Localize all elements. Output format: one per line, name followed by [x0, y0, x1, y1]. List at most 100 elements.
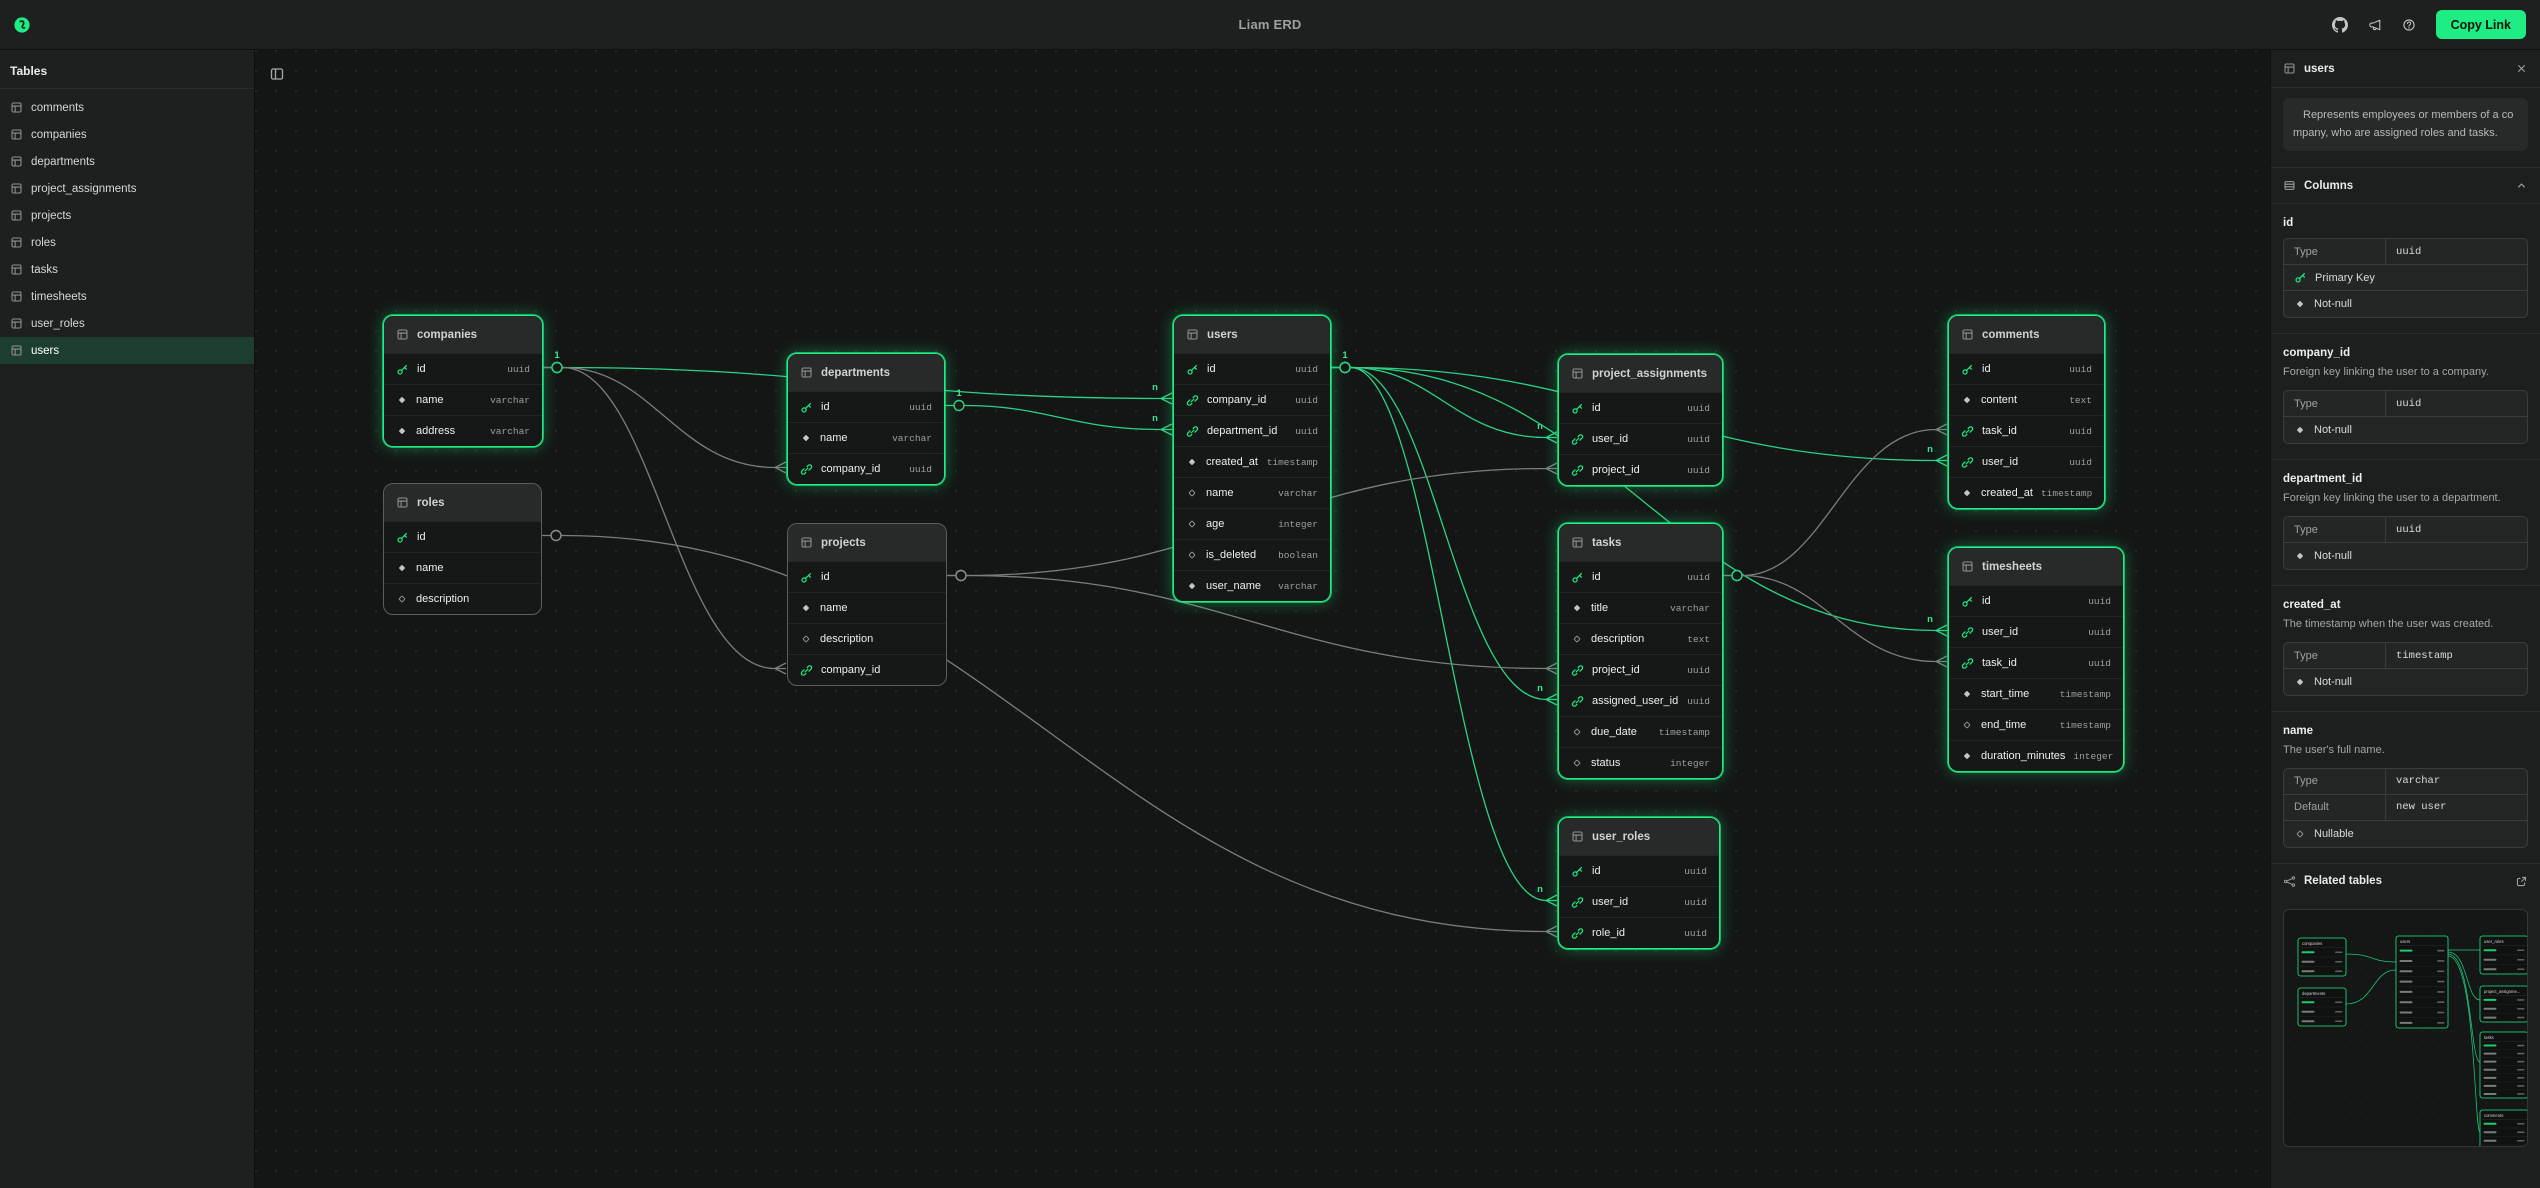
- open-related-tables-button[interactable]: [2515, 875, 2528, 888]
- erd-table-node-comments[interactable]: commentsiduuidcontenttexttask_iduuiduser…: [1948, 315, 2105, 509]
- erd-table-node-user_roles[interactable]: user_rolesiduuiduser_iduuidrole_iduuid: [1558, 817, 1720, 949]
- nullable-icon: [2294, 828, 2306, 840]
- sidebar-item-label: timesheets: [31, 291, 87, 303]
- erd-canvas[interactable]: 1n1n1nnnnn companiesiduuidnamevarcharadd…: [255, 50, 2270, 1188]
- close-panel-button[interactable]: [2515, 62, 2528, 75]
- column-type: timestamp: [2041, 488, 2092, 499]
- collapse-columns-button[interactable]: [2515, 179, 2528, 192]
- table-icon: [10, 155, 23, 168]
- minimap-table-title: project_assignme...: [2484, 989, 2520, 994]
- app-title: Liam ERD: [1238, 17, 1301, 32]
- attr-label: Type: [2284, 391, 2386, 416]
- foreign-key-icon: [1186, 425, 1199, 438]
- table-icon: [800, 536, 813, 549]
- related-tables-minimap[interactable]: companiesdepartmentsusersuser_rolesproje…: [2283, 909, 2528, 1147]
- column-type: uuid: [2069, 457, 2092, 468]
- sidebar-item-roles[interactable]: roles: [0, 229, 254, 256]
- column-type: varchar: [1670, 603, 1710, 614]
- column-name: project_id: [1592, 664, 1640, 676]
- erd-table-node-users[interactable]: usersiduuidcompany_iduuiddepartment_iduu…: [1173, 315, 1331, 602]
- column-name: created_at: [1981, 487, 2033, 499]
- column-type: integer: [1670, 758, 1710, 769]
- cardinality-one-label: 1: [956, 388, 962, 399]
- erd-table-node-tasks[interactable]: tasksiduuidtitlevarchardescriptiontextpr…: [1558, 523, 1723, 779]
- sidebar-item-comments[interactable]: comments: [0, 94, 254, 121]
- table-icon: [1961, 328, 1974, 341]
- table-title: comments: [1982, 329, 2040, 341]
- table-header: tasks: [1559, 524, 1722, 561]
- column-type: integer: [1278, 519, 1318, 530]
- badge-label: Not-null: [2314, 676, 2352, 688]
- liam-logo[interactable]: [14, 17, 30, 33]
- erd-table-node-companies[interactable]: companiesiduuidnamevarcharaddressvarchar: [383, 315, 543, 447]
- columns-section-header[interactable]: Columns: [2271, 168, 2540, 204]
- column-name: address: [416, 425, 455, 437]
- column-name: id: [1982, 363, 1991, 375]
- sidebar-item-project_assignments[interactable]: project_assignments: [0, 175, 254, 202]
- column-row-id: id: [788, 561, 946, 592]
- topbar-actions: Copy Link: [2332, 10, 2526, 39]
- erd-table-node-projects[interactable]: projectsidnamedescriptioncompany_id: [787, 523, 947, 686]
- column-type: uuid: [1684, 897, 1707, 908]
- sidebar-item-label: tasks: [31, 264, 58, 276]
- sidebar-item-users[interactable]: users: [0, 337, 254, 364]
- table-icon: [10, 290, 23, 303]
- primary-key-icon: [396, 363, 409, 376]
- table-icon: [10, 263, 23, 276]
- table-icon: [396, 496, 409, 509]
- minimap-table-title: tasks: [2484, 1035, 2494, 1040]
- sidebar-toggle-button[interactable]: [269, 66, 285, 85]
- column-description: The timestamp when the user was created.: [2283, 617, 2528, 633]
- erd-table-node-timesheets[interactable]: timesheetsiduuiduser_iduuidtask_iduuidst…: [1948, 547, 2124, 772]
- table-icon: [10, 101, 23, 114]
- column-name: assigned_user_id: [1592, 695, 1678, 707]
- table-icon: [1961, 560, 1974, 573]
- column-type: uuid: [1295, 395, 1318, 406]
- column-row-id: id: [384, 521, 541, 552]
- column-description: The user's full name.: [2283, 743, 2528, 759]
- column-row-assigned_user_id: assigned_user_iduuid: [1559, 685, 1722, 716]
- table-title: projects: [821, 537, 866, 549]
- foreign-key-icon: [1961, 425, 1974, 438]
- primary-key-icon: [396, 531, 409, 544]
- not-null-icon: [2294, 424, 2306, 436]
- attr-row: Typevarchar: [2284, 769, 2527, 795]
- announcements-button[interactable]: [2368, 18, 2382, 32]
- not-null-icon: [1186, 580, 1198, 592]
- table-icon: [10, 209, 23, 222]
- erd-table-node-roles[interactable]: rolesidnamedescription: [383, 483, 542, 615]
- sidebar-item-timesheets[interactable]: timesheets: [0, 283, 254, 310]
- sidebar-item-tasks[interactable]: tasks: [0, 256, 254, 283]
- primary-key-icon: [1961, 363, 1974, 376]
- table-icon: [10, 128, 23, 141]
- nullable-icon: [1571, 726, 1583, 738]
- sidebar-item-label: comments: [31, 102, 84, 114]
- attr-label: Type: [2284, 769, 2386, 794]
- attr-value: uuid: [2386, 391, 2431, 416]
- erd-table-node-project_assignments[interactable]: project_assignmentsiduuiduser_iduuidproj…: [1558, 354, 1723, 486]
- column-name: department_id: [1207, 425, 1277, 437]
- column-row-is_deleted: is_deletedboolean: [1174, 539, 1330, 570]
- sidebar-item-projects[interactable]: projects: [0, 202, 254, 229]
- column-name: id: [1982, 595, 1991, 607]
- column-detail-created_at: created_atThe timestamp when the user wa…: [2271, 586, 2540, 712]
- column-type: timestamp: [2060, 689, 2111, 700]
- relationship-tasks-timesheets: [1723, 571, 1947, 668]
- minimap-table: user_roles: [2480, 936, 2528, 974]
- sidebar-item-departments[interactable]: departments: [0, 148, 254, 175]
- nullable-icon: [1571, 633, 1583, 645]
- sidebar-item-companies[interactable]: companies: [0, 121, 254, 148]
- sidebar-item-label: project_assignments: [31, 183, 136, 195]
- column-type: uuid: [1687, 465, 1710, 476]
- sidebar-item-user_roles[interactable]: user_roles: [0, 310, 254, 337]
- panel-left-icon: [269, 66, 285, 82]
- column-type: varchar: [490, 426, 530, 437]
- column-name: department_id: [2283, 473, 2528, 485]
- not-null-icon: [800, 602, 812, 614]
- table-description-wrap: Represents employees or members of a com…: [2271, 88, 2540, 168]
- erd-table-node-departments[interactable]: departmentsiduuidnamevarcharcompany_iduu…: [787, 353, 945, 485]
- github-button[interactable]: [2332, 17, 2348, 33]
- copy-link-button[interactable]: Copy Link: [2436, 10, 2526, 39]
- attr-badge: Not-null: [2284, 291, 2527, 317]
- help-button[interactable]: [2402, 18, 2416, 32]
